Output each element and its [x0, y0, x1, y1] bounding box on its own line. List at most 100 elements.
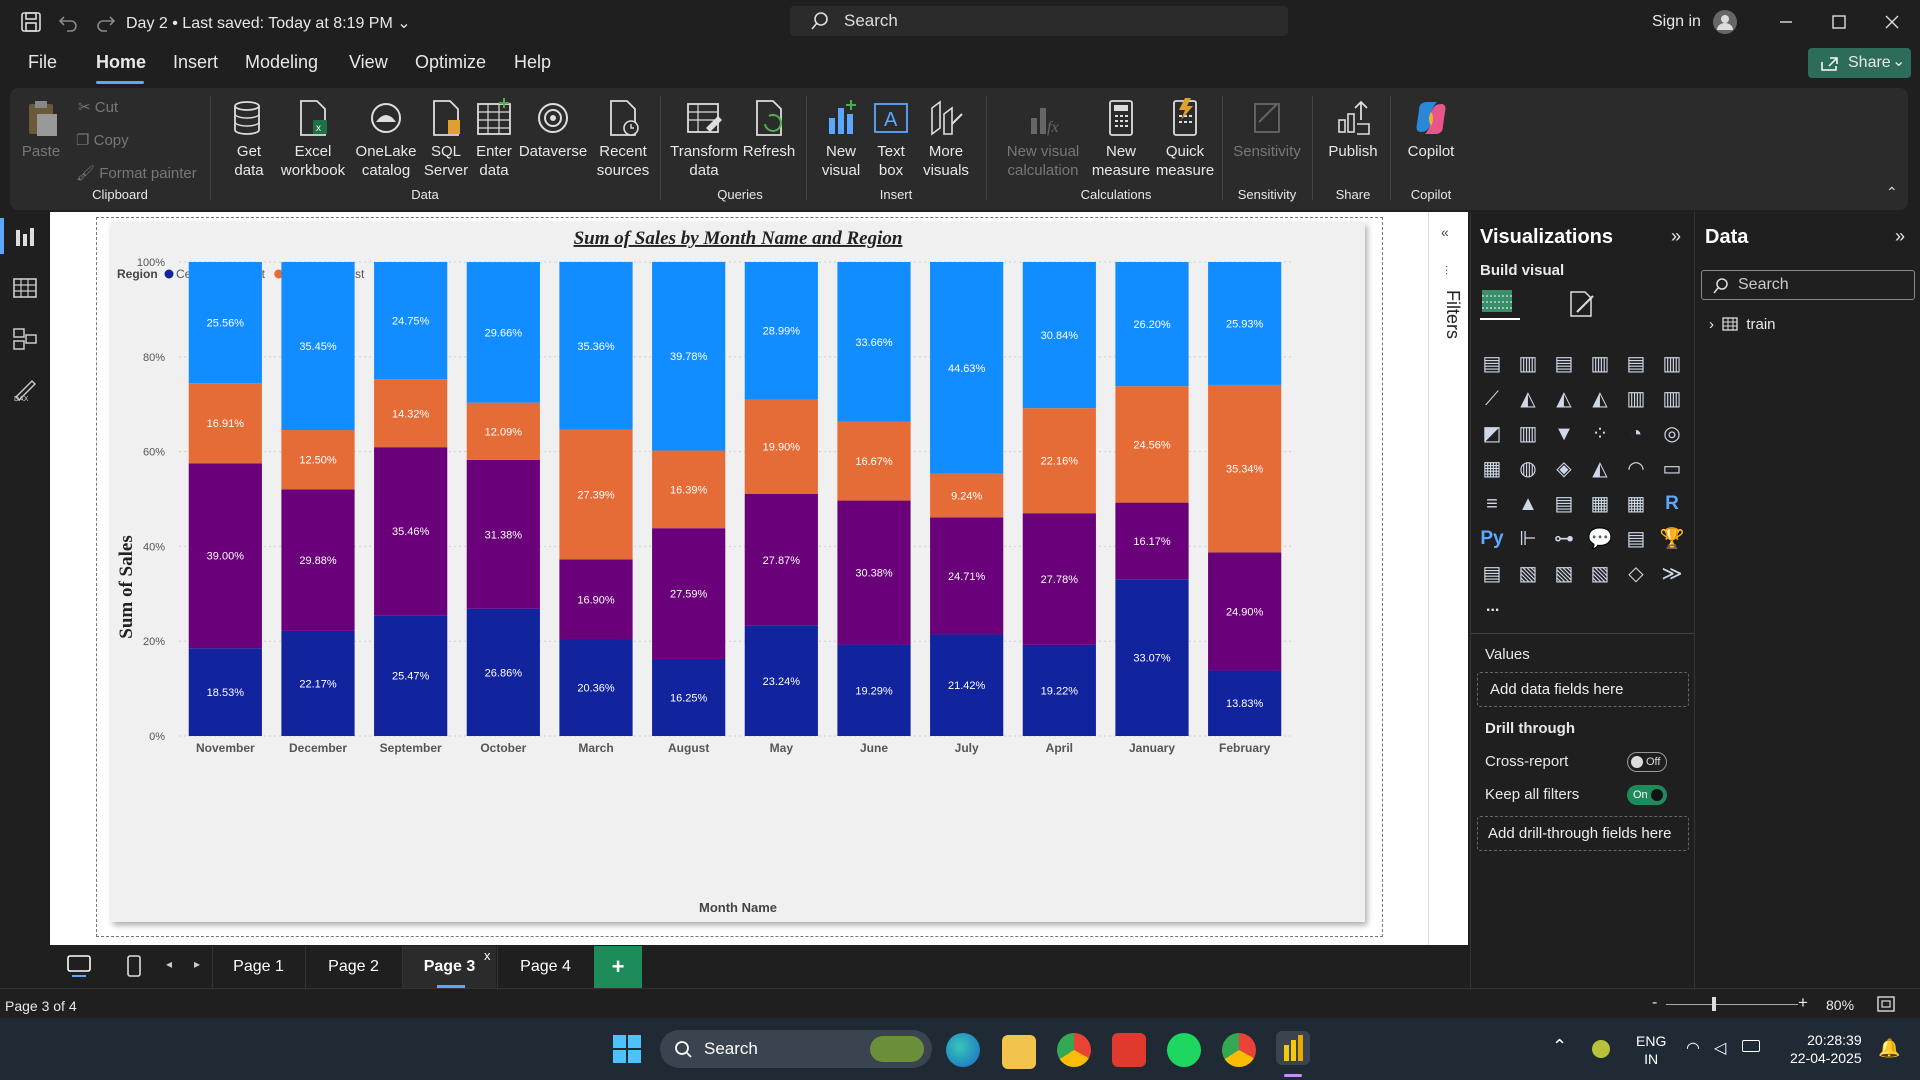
- new-visual-button[interactable]: New visual: [816, 98, 866, 180]
- zoom-in-button[interactable]: +: [1798, 993, 1808, 1013]
- close-tab-icon[interactable]: x: [484, 948, 491, 963]
- 100-stacked-column-icon[interactable]: ▥: [1658, 350, 1686, 378]
- collapse-visualizations-icon[interactable]: »: [1671, 226, 1681, 247]
- menu-insert[interactable]: Insert: [173, 52, 218, 73]
- file-explorer-icon[interactable]: [1002, 1035, 1036, 1069]
- donut-icon[interactable]: ◎: [1658, 420, 1686, 448]
- report-view-icon[interactable]: [12, 224, 38, 250]
- maximize-icon[interactable]: [1827, 10, 1851, 34]
- transform-data-button[interactable]: Transform data: [670, 98, 738, 180]
- windows-start-icon[interactable]: [612, 1034, 642, 1064]
- line-clustered-column-icon[interactable]: ▥: [1658, 385, 1686, 413]
- slicer-icon[interactable]: ▤: [1550, 490, 1578, 518]
- recent-sources-button[interactable]: Recent sources: [588, 98, 658, 180]
- taskbar-search[interactable]: Search: [660, 1030, 932, 1068]
- volume-icon[interactable]: ◁: [1714, 1038, 1726, 1058]
- collapse-data-icon[interactable]: »: [1895, 226, 1905, 247]
- menu-help[interactable]: Help: [514, 52, 551, 73]
- wifi-icon[interactable]: ◠: [1686, 1038, 1700, 1058]
- format-painter-button[interactable]: 🖌 Format painter: [76, 164, 197, 182]
- line-icon[interactable]: ⟋: [1478, 385, 1506, 413]
- metrics-icon[interactable]: ◇: [1622, 560, 1650, 588]
- onelake-catalog-button[interactable]: OneLake catalog: [350, 98, 422, 180]
- paste-button[interactable]: Paste: [18, 98, 64, 161]
- share-button[interactable]: Share ⌄: [1808, 48, 1911, 78]
- next-page-icon[interactable]: ▸: [194, 957, 200, 971]
- qa-icon[interactable]: 💬: [1586, 525, 1614, 553]
- minimize-icon[interactable]: [1774, 10, 1798, 34]
- table-icon[interactable]: ▦: [1586, 490, 1614, 518]
- language-indicator[interactable]: ENG IN: [1636, 1032, 1666, 1068]
- stacked-column-chart[interactable]: Sum of Sales by Month Name and Region Re…: [111, 222, 1365, 922]
- more-visuals-button[interactable]: More visuals: [916, 98, 976, 180]
- card-icon[interactable]: ▭: [1658, 455, 1686, 483]
- menu-home[interactable]: Home: [96, 52, 146, 73]
- power-apps-icon[interactable]: ▧: [1514, 560, 1542, 588]
- quick-measure-button[interactable]: Quick measure: [1154, 98, 1216, 180]
- gauge-icon[interactable]: ◠: [1622, 455, 1650, 483]
- menu-file[interactable]: File: [28, 52, 57, 73]
- wps-icon[interactable]: [1112, 1033, 1146, 1067]
- key-influencers-icon[interactable]: ⊩: [1514, 525, 1542, 553]
- refresh-button[interactable]: Refresh: [738, 98, 800, 161]
- r-visual-icon[interactable]: R: [1658, 490, 1686, 518]
- data-search-input[interactable]: Search: [1701, 270, 1915, 300]
- chevron-up-icon[interactable]: ⌃: [1552, 1036, 1567, 1057]
- azure-map-icon[interactable]: ◭: [1586, 455, 1614, 483]
- goals-icon[interactable]: 🏆: [1658, 525, 1686, 553]
- more-apps-icon[interactable]: ≫: [1658, 560, 1686, 588]
- more-visuals-ellipsis[interactable]: ...: [1486, 598, 1499, 616]
- cut-button[interactable]: ✂ Cut: [78, 98, 118, 116]
- treemap-icon[interactable]: ▦: [1478, 455, 1506, 483]
- search-input[interactable]: Search: [790, 6, 1288, 36]
- stacked-column-icon[interactable]: ▥: [1514, 350, 1542, 378]
- menu-optimize[interactable]: Optimize: [415, 52, 486, 73]
- undo-icon[interactable]: [57, 11, 79, 33]
- map-icon[interactable]: ◍: [1514, 455, 1542, 483]
- excel-workbook-button[interactable]: x Excel workbook: [276, 98, 350, 180]
- paginated-report-icon[interactable]: ▤: [1478, 560, 1506, 588]
- model-view-icon[interactable]: [12, 326, 38, 352]
- collapse-ribbon-icon[interactable]: ⌃: [1886, 184, 1898, 201]
- decomposition-tree-icon[interactable]: ⊶: [1550, 525, 1578, 553]
- tray-app-icon[interactable]: [1592, 1040, 1610, 1058]
- get-data-button[interactable]: Get data: [222, 98, 276, 180]
- zoom-slider-track[interactable]: [1666, 1004, 1798, 1005]
- copilot-button[interactable]: Copilot: [1400, 98, 1462, 161]
- redo-icon[interactable]: [95, 11, 117, 33]
- account-icon[interactable]: [1712, 9, 1738, 35]
- line-stacked-column-icon[interactable]: ▥: [1622, 385, 1650, 413]
- drill-through-drop-zone[interactable]: Add drill-through fields here: [1477, 816, 1689, 851]
- clock[interactable]: 20:28:39 22-04-2025: [1790, 1031, 1862, 1067]
- expand-filters-icon[interactable]: «: [1441, 224, 1449, 240]
- dataverse-button[interactable]: Dataverse: [518, 98, 588, 161]
- prev-page-icon[interactable]: ◂: [166, 957, 172, 971]
- sign-in-button[interactable]: Sign in: [1652, 13, 1701, 31]
- tab-page-3[interactable]: Page 3: [402, 946, 496, 988]
- battery-icon[interactable]: [1742, 1040, 1760, 1052]
- stacked-bar-icon[interactable]: ▤: [1478, 350, 1506, 378]
- arcgis-icon[interactable]: ▧: [1586, 560, 1614, 588]
- build-visual-tab[interactable]: [1480, 286, 1520, 320]
- cross-report-toggle[interactable]: Off: [1627, 752, 1667, 772]
- chrome-profile-icon[interactable]: [1222, 1033, 1256, 1067]
- sql-server-button[interactable]: SQL Server: [422, 98, 470, 180]
- power-automate-icon[interactable]: ▧: [1550, 560, 1578, 588]
- close-icon[interactable]: [1880, 10, 1904, 34]
- tab-page-1[interactable]: Page 1: [212, 946, 304, 988]
- edge-icon[interactable]: [946, 1033, 980, 1067]
- publish-button[interactable]: Publish: [1322, 98, 1384, 161]
- kpi-icon[interactable]: ▲: [1514, 490, 1542, 518]
- pie-icon[interactable]: ◔: [1622, 420, 1650, 448]
- smart-narrative-icon[interactable]: ▤: [1622, 525, 1650, 553]
- tab-page-2[interactable]: Page 2: [305, 946, 401, 988]
- area-icon[interactable]: ◭: [1514, 385, 1542, 413]
- enter-data-button[interactable]: Enter data: [470, 98, 518, 180]
- dax-query-view-icon[interactable]: DAX: [12, 377, 38, 403]
- power-bi-icon[interactable]: [1276, 1031, 1310, 1065]
- new-visual-calculation-button[interactable]: fx New visual calculation: [998, 98, 1088, 180]
- format-visual-tab-icon[interactable]: [1567, 288, 1597, 318]
- keep-all-filters-toggle[interactable]: On: [1627, 785, 1667, 805]
- ribbon-icon[interactable]: ◩: [1478, 420, 1506, 448]
- python-visual-icon[interactable]: Py: [1478, 525, 1506, 553]
